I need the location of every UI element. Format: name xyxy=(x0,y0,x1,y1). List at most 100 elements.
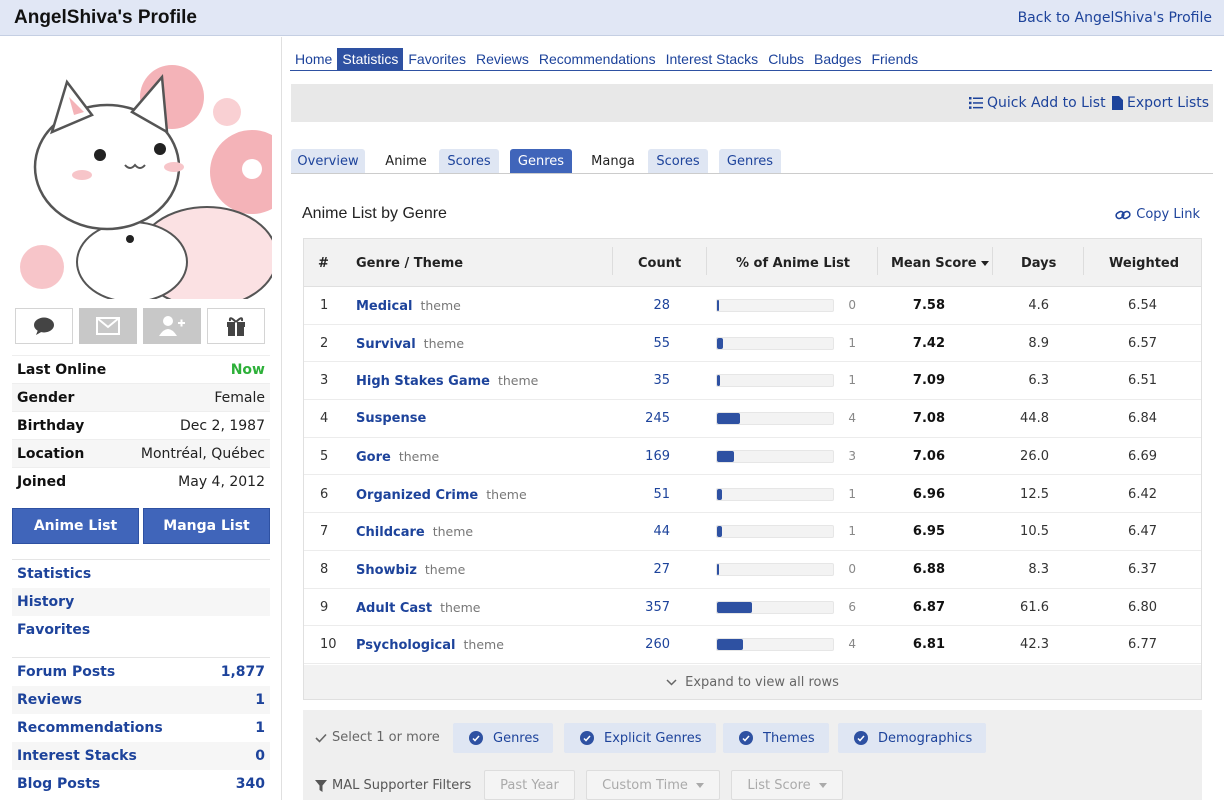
count-link[interactable]: 51 xyxy=(610,487,670,502)
back-to-profile-link[interactable]: Back to AngelShiva's Profile xyxy=(1018,10,1212,26)
genre-link[interactable]: Childcare theme xyxy=(356,524,473,540)
past-year-dropdown[interactable]: Past Year xyxy=(484,770,575,800)
copy-link-button[interactable]: Copy Link xyxy=(1115,207,1200,222)
tab-interest-stacks[interactable]: Interest Stacks xyxy=(661,48,764,70)
subtab-anime-scores[interactable]: Scores xyxy=(439,149,499,173)
row-number: 3 xyxy=(320,373,329,389)
tab-reviews[interactable]: Reviews xyxy=(471,48,534,70)
percent-value: 6 xyxy=(848,599,856,614)
check-circle-icon xyxy=(580,731,594,745)
genre-name[interactable]: Suspense xyxy=(356,411,426,426)
filter-chip-themes[interactable]: Themes xyxy=(723,723,829,753)
header-count[interactable]: Count xyxy=(638,256,681,271)
stat-interest-stacks[interactable]: Interest Stacks 0 xyxy=(12,742,270,770)
export-lists-button[interactable]: Export Lists xyxy=(1112,95,1209,111)
mean-score: 7.06 xyxy=(912,448,945,464)
count-link[interactable]: 55 xyxy=(610,336,670,351)
add-friend-button[interactable] xyxy=(143,308,201,344)
header-days[interactable]: Days xyxy=(1021,256,1056,271)
percent-bar-fill xyxy=(717,300,720,311)
genre-link[interactable]: Adult Cast theme xyxy=(356,600,480,616)
dropdown-label: List Score xyxy=(747,777,811,793)
profile-info: Last Online Now Gender Female Birthday Dec … xyxy=(12,355,270,495)
profile-actions xyxy=(15,308,268,346)
subtab-overview[interactable]: Overview xyxy=(291,149,365,173)
gift-button[interactable] xyxy=(207,308,265,344)
count-link[interactable]: 27 xyxy=(610,562,670,577)
percent-value: 1 xyxy=(848,335,856,350)
anime-list-button[interactable]: Anime List xyxy=(12,508,139,544)
header-percent[interactable]: % of Anime List xyxy=(736,256,850,271)
count-link[interactable]: 44 xyxy=(610,524,670,539)
stat-recommendations[interactable]: Recommendations 1 xyxy=(12,714,270,742)
genre-link[interactable]: Suspense xyxy=(356,411,426,426)
header-weighted[interactable]: Weighted xyxy=(1109,256,1179,271)
count-link[interactable]: 35 xyxy=(610,373,670,388)
subtab-manga-scores[interactable]: Scores xyxy=(648,149,708,173)
filter-chip-genres[interactable]: Genres xyxy=(453,723,554,753)
percent-value: 1 xyxy=(848,373,856,388)
genre-name[interactable]: Medical xyxy=(356,299,412,314)
quick-add-label: Quick Add to List xyxy=(987,95,1106,111)
mail-button[interactable] xyxy=(79,308,137,344)
genre-name[interactable]: Survival xyxy=(356,337,416,352)
count-link[interactable]: 260 xyxy=(610,637,670,652)
genre-link[interactable]: Survival theme xyxy=(356,336,464,352)
count-link[interactable]: 357 xyxy=(610,600,670,615)
table-row: 5 Gore theme 169 3 7.06 26.0 6.69 xyxy=(304,438,1201,476)
tab-statistics[interactable]: Statistics xyxy=(337,48,404,70)
genre-link[interactable]: Showbiz theme xyxy=(356,562,465,578)
manga-list-button[interactable]: Manga List xyxy=(143,508,270,544)
link-statistics[interactable]: Statistics xyxy=(12,560,270,588)
tab-home[interactable]: Home xyxy=(290,48,337,70)
mean-score: 7.58 xyxy=(912,298,945,313)
stat-forum-posts[interactable]: Forum Posts 1,877 xyxy=(12,658,270,686)
expand-rows-button[interactable]: Expand to view all rows xyxy=(304,665,1201,699)
weighted-score: 6.69 xyxy=(1128,448,1157,464)
tab-recommendations[interactable]: Recommendations xyxy=(534,48,661,70)
comment-button[interactable] xyxy=(15,308,73,344)
list-score-dropdown[interactable]: List Score xyxy=(731,770,843,800)
genre-name[interactable]: High Stakes Game xyxy=(356,374,490,389)
count-link[interactable]: 245 xyxy=(610,411,670,426)
genre-link[interactable]: Gore theme xyxy=(356,449,439,465)
stat-value: 1 xyxy=(255,720,265,736)
mean-score: 7.08 xyxy=(912,411,945,427)
subtab-anime-genres[interactable]: Genres xyxy=(510,149,572,173)
header-mean-score[interactable]: Mean Score xyxy=(891,256,989,271)
tab-friends[interactable]: Friends xyxy=(866,48,923,70)
stat-reviews[interactable]: Reviews 1 xyxy=(12,686,270,714)
link-favorites[interactable]: Favorites xyxy=(12,616,270,644)
genre-link[interactable]: Medical theme xyxy=(356,298,461,314)
info-value: Female xyxy=(214,389,265,406)
profile-stats: Forum Posts 1,877 Reviews 1 Recommendation… xyxy=(12,657,270,798)
genre-link[interactable]: High Stakes Game theme xyxy=(356,373,538,389)
avatar[interactable] xyxy=(12,57,272,299)
genre-name[interactable]: Adult Cast xyxy=(356,601,432,616)
header-genre[interactable]: Genre / Theme xyxy=(356,256,463,271)
quick-add-button[interactable]: Quick Add to List xyxy=(969,95,1106,111)
subtab-manga-genres[interactable]: Genres xyxy=(719,149,781,173)
genre-link[interactable]: Organized Crime theme xyxy=(356,487,527,503)
percent-bar xyxy=(716,600,834,614)
row-number: 4 xyxy=(320,411,329,427)
chevron-down-icon xyxy=(666,678,677,686)
filter-chip-demographics[interactable]: Demographics xyxy=(838,723,987,753)
tab-clubs[interactable]: Clubs xyxy=(763,48,809,70)
count-link[interactable]: 28 xyxy=(610,298,670,313)
genre-name[interactable]: Gore xyxy=(356,450,391,465)
genre-name[interactable]: Showbiz xyxy=(356,563,417,578)
count-link[interactable]: 169 xyxy=(610,449,670,464)
genre-name[interactable]: Childcare xyxy=(356,525,425,540)
genre-name[interactable]: Organized Crime xyxy=(356,488,478,503)
custom-time-dropdown[interactable]: Custom Time xyxy=(586,770,720,800)
filter-chip-explicit-genres[interactable]: Explicit Genres xyxy=(564,723,716,753)
link-icon xyxy=(1115,210,1131,219)
tab-badges[interactable]: Badges xyxy=(809,48,866,70)
info-last-online: Last Online Now xyxy=(12,355,270,383)
genre-link[interactable]: Psychological theme xyxy=(356,637,504,653)
link-history[interactable]: History xyxy=(12,588,270,616)
tab-favorites[interactable]: Favorites xyxy=(403,48,471,70)
stat-blog-posts[interactable]: Blog Posts 340 xyxy=(12,770,270,798)
genre-name[interactable]: Psychological xyxy=(356,638,456,653)
